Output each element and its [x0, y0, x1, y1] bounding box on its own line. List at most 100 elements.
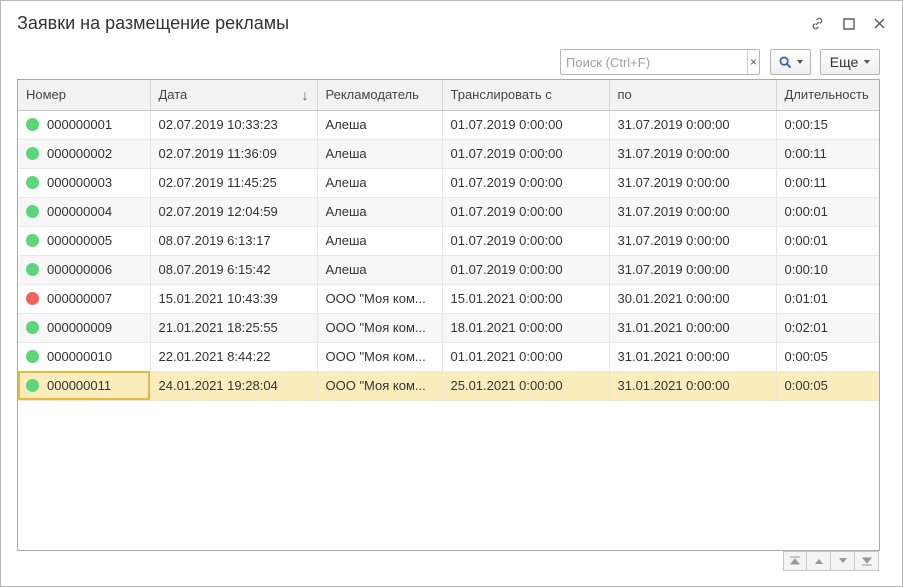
cell-advertiser-text: ООО "Моя ком... [325, 378, 426, 393]
cell-from-text: 15.01.2021 0:00:00 [450, 291, 563, 306]
cell-date[interactable]: 02.07.2019 12:04:59 [150, 197, 318, 227]
cell-date[interactable]: 22.01.2021 8:44:22 [150, 342, 318, 372]
cell-number[interactable]: 000000007 [18, 284, 151, 314]
table-row[interactable]: 000000002 02.07.2019 11:36:09 Алеша 01.07.2… [18, 139, 879, 169]
more-button[interactable]: Еще [820, 49, 880, 75]
data-grid[interactable]: Номер Дата ↓ Рекламодатель Транслировать … [17, 79, 880, 551]
cell-to[interactable]: 31.07.2019 0:00:00 [609, 110, 777, 140]
cell-advertiser[interactable]: Алеша [317, 255, 443, 285]
cell-duration[interactable]: 0:01:01 [776, 284, 879, 314]
cell-advertiser[interactable]: ООО "Моя ком... [317, 313, 443, 343]
cell-advertiser[interactable]: Алеша [317, 110, 443, 140]
cell-to[interactable]: 30.01.2021 0:00:00 [609, 284, 777, 314]
cell-duration[interactable]: 0:00:11 [776, 139, 879, 169]
cell-from[interactable]: 01.07.2019 0:00:00 [442, 255, 610, 285]
cell-advertiser[interactable]: Алеша [317, 139, 443, 169]
cell-number[interactable]: 000000002 [18, 139, 151, 169]
cell-to[interactable]: 31.01.2021 0:00:00 [609, 371, 777, 401]
cell-number[interactable]: 000000010 [18, 342, 151, 372]
cell-advertiser[interactable]: Алеша [317, 226, 443, 256]
table-row[interactable]: 000000007 15.01.2021 10:43:39 ООО "Моя ком… [18, 284, 879, 314]
table-row[interactable]: 000000006 08.07.2019 6:15:42 Алеша 01.07.20… [18, 255, 879, 285]
cell-advertiser[interactable]: Алеша [317, 197, 443, 227]
cell-from[interactable]: 18.01.2021 0:00:00 [442, 313, 610, 343]
cell-date[interactable]: 24.01.2021 19:28:04 [150, 371, 318, 401]
cell-to[interactable]: 31.01.2021 0:00:00 [609, 313, 777, 343]
table-row[interactable]: 000000005 08.07.2019 6:13:17 Алеша 01.07.20… [18, 226, 879, 256]
cell-date[interactable]: 15.01.2021 10:43:39 [150, 284, 318, 314]
cell-to[interactable]: 31.07.2019 0:00:00 [609, 139, 777, 169]
table-row[interactable]: 000000004 02.07.2019 12:04:59 Алеша 01.07.2… [18, 197, 879, 227]
column-header-number[interactable]: Номер [18, 80, 151, 111]
cell-to[interactable]: 31.07.2019 0:00:00 [609, 226, 777, 256]
next-row-button[interactable] [831, 551, 855, 571]
table-row[interactable]: 000000003 02.07.2019 11:45:25 Алеша 01.07.2… [18, 168, 879, 198]
cell-duration[interactable]: 0:02:01 [776, 313, 879, 343]
cell-from[interactable]: 15.01.2021 0:00:00 [442, 284, 610, 314]
cell-date-text: 08.07.2019 6:15:42 [158, 262, 271, 277]
cell-advertiser[interactable]: ООО "Моя ком... [317, 371, 443, 401]
column-header-from[interactable]: Транслировать с [442, 80, 610, 111]
cell-to[interactable]: 31.01.2021 0:00:00 [609, 342, 777, 372]
table-row[interactable]: 000000001 02.07.2019 10:33:23 Алеша 01.07.2… [18, 110, 879, 140]
cell-number[interactable]: 000000001 [18, 110, 151, 140]
column-header-date[interactable]: Дата ↓ [150, 80, 318, 111]
cell-duration[interactable]: 0:00:05 [776, 342, 879, 372]
cell-duration[interactable]: 0:00:15 [776, 110, 879, 140]
cell-date[interactable]: 02.07.2019 11:36:09 [150, 139, 318, 169]
link-icon[interactable] [809, 15, 826, 32]
cell-to[interactable]: 31.07.2019 0:00:00 [609, 168, 777, 198]
cell-number[interactable]: 000000005 [18, 226, 151, 256]
prev-row-button[interactable] [807, 551, 831, 571]
cell-number-text: 000000001 [47, 116, 113, 132]
cell-advertiser[interactable]: ООО "Моя ком... [317, 342, 443, 372]
cell-date[interactable]: 21.01.2021 18:25:55 [150, 313, 318, 343]
cell-duration[interactable]: 0:00:01 [776, 197, 879, 227]
cell-duration[interactable]: 0:00:01 [776, 226, 879, 256]
table-row[interactable]: 000000011 24.01.2021 19:28:04 ООО "Моя ком… [18, 371, 879, 401]
cell-to-text: 31.07.2019 0:00:00 [617, 146, 730, 161]
cell-advertiser[interactable]: ООО "Моя ком... [317, 284, 443, 314]
cell-to[interactable]: 31.07.2019 0:00:00 [609, 255, 777, 285]
cell-duration[interactable]: 0:00:11 [776, 168, 879, 198]
cell-from[interactable]: 01.07.2019 0:00:00 [442, 110, 610, 140]
cell-from-text: 25.01.2021 0:00:00 [450, 378, 563, 393]
cell-number[interactable]: 000000003 [18, 168, 151, 198]
close-icon[interactable] [871, 15, 888, 32]
cell-date[interactable]: 02.07.2019 11:45:25 [150, 168, 318, 198]
cell-from[interactable]: 25.01.2021 0:00:00 [442, 371, 610, 401]
cell-date[interactable]: 02.07.2019 10:33:23 [150, 110, 318, 140]
cell-number[interactable]: 000000004 [18, 197, 151, 227]
table-row[interactable]: 000000010 22.01.2021 8:44:22 ООО "Моя ком.… [18, 342, 879, 372]
cell-number[interactable]: 000000011 [18, 371, 151, 401]
cell-date[interactable]: 08.07.2019 6:15:42 [150, 255, 318, 285]
cell-duration[interactable]: 0:00:05 [776, 371, 879, 401]
column-header-duration[interactable]: Длительность [776, 80, 879, 111]
cell-from[interactable]: 01.07.2019 0:00:00 [442, 226, 610, 256]
last-page-icon [861, 557, 872, 566]
cell-to[interactable]: 31.07.2019 0:00:00 [609, 197, 777, 227]
cell-number[interactable]: 000000006 [18, 255, 151, 285]
cell-number[interactable]: 000000009 [18, 313, 151, 343]
cell-from-text: 01.07.2019 0:00:00 [450, 233, 563, 248]
cell-duration[interactable]: 0:00:10 [776, 255, 879, 285]
cell-from[interactable]: 01.07.2019 0:00:00 [442, 139, 610, 169]
cell-from[interactable]: 01.07.2019 0:00:00 [442, 168, 610, 198]
status-dot-icon [26, 292, 39, 306]
cell-from[interactable]: 01.01.2021 0:00:00 [442, 342, 610, 372]
search-input[interactable] [561, 50, 747, 74]
table-row[interactable]: 000000009 21.01.2021 18:25:55 ООО "Моя ком… [18, 313, 879, 343]
cell-from[interactable]: 01.07.2019 0:00:00 [442, 197, 610, 227]
maximize-icon[interactable] [840, 15, 857, 32]
chevron-down-icon [796, 60, 803, 64]
column-header-advertiser[interactable]: Рекламодатель [317, 80, 443, 111]
search-button[interactable] [770, 49, 811, 75]
column-header-to[interactable]: по [609, 80, 777, 111]
cell-from-text: 18.01.2021 0:00:00 [450, 320, 563, 335]
status-dot-icon [26, 234, 39, 248]
cell-date[interactable]: 08.07.2019 6:13:17 [150, 226, 318, 256]
first-page-button[interactable] [783, 551, 807, 571]
search-clear-button[interactable]: × [747, 50, 759, 74]
last-page-button[interactable] [855, 551, 879, 571]
cell-advertiser[interactable]: Алеша [317, 168, 443, 198]
